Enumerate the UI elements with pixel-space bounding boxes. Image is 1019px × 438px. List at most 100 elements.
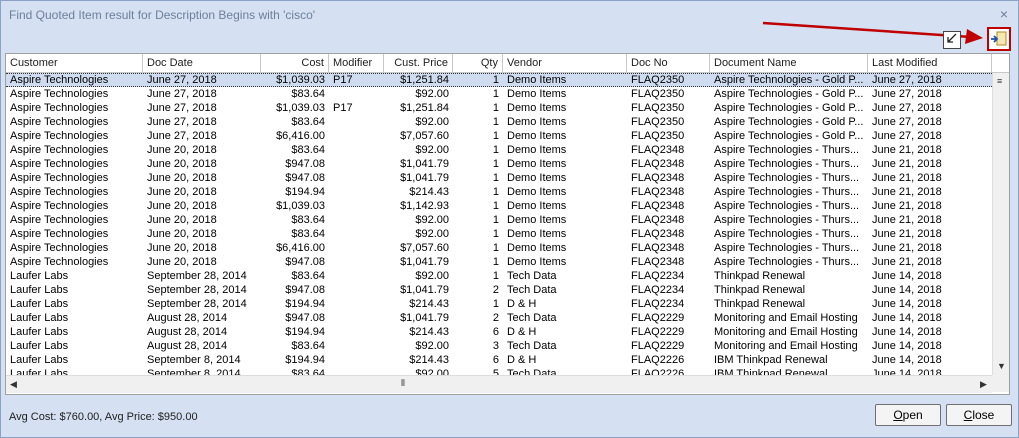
cell-last-modified: June 21, 2018 xyxy=(872,214,942,226)
cell-doc-date: June 20, 2018 xyxy=(147,228,217,240)
cell-doc-date: June 27, 2018 xyxy=(147,116,217,128)
open-button[interactable]: Open xyxy=(875,404,941,426)
table-row[interactable]: Laufer Labs August 28, 2014 $83.64 $92.00 3 T… xyxy=(6,339,992,353)
cell-qty: 1 xyxy=(492,298,499,310)
cell-customer: Laufer Labs xyxy=(10,270,69,282)
cell-document-name: Monitoring and Email Hosting xyxy=(714,326,858,338)
cell-modifier: P17 xyxy=(333,74,353,86)
cell-vendor: Demo Items xyxy=(507,200,567,212)
title-bar: Find Quoted Item result for Description … xyxy=(1,1,1018,29)
column-header-cost[interactable]: Cost xyxy=(261,54,329,72)
table-row[interactable]: Laufer Labs September 8, 2014 $194.94 $214.… xyxy=(6,353,992,367)
cell-cust-price: $1,041.79 xyxy=(400,158,449,170)
cell-document-name: Thinkpad Renewal xyxy=(714,270,806,282)
table-row[interactable]: Aspire Technologies June 27, 2018 $83.64 $9… xyxy=(6,87,992,101)
cell-doc-no: FLAQ2350 xyxy=(631,116,685,128)
export-icon[interactable] xyxy=(987,27,1011,51)
cell-doc-no: FLAQ2234 xyxy=(631,270,685,282)
scroll-right-icon[interactable]: ▶ xyxy=(980,379,987,390)
table-row[interactable]: Aspire Technologies June 27, 2018 $83.64 $9… xyxy=(6,115,992,129)
table-row[interactable]: Aspire Technologies June 20, 2018 $83.64 $9… xyxy=(6,143,992,157)
column-header-vendor[interactable]: Vendor xyxy=(503,54,627,72)
cell-doc-date: June 27, 2018 xyxy=(147,88,217,100)
cell-doc-no: FLAQ2348 xyxy=(631,256,685,268)
table-row[interactable]: Laufer Labs August 28, 2014 $947.08 $1,041.… xyxy=(6,311,992,325)
cell-cost: $83.64 xyxy=(291,214,325,226)
cell-customer: Aspire Technologies xyxy=(10,88,109,100)
cell-last-modified: June 27, 2018 xyxy=(872,130,942,142)
cell-vendor: Demo Items xyxy=(507,158,567,170)
cell-cost: $83.64 xyxy=(291,88,325,100)
column-header-customer[interactable]: Customer xyxy=(6,54,143,72)
horizontal-scrollbar[interactable]: ◀ ⦀ ▶ xyxy=(6,375,992,393)
cell-last-modified: June 27, 2018 xyxy=(872,116,942,128)
cell-cost: $194.94 xyxy=(285,186,325,198)
table-row[interactable]: Laufer Labs August 28, 2014 $194.94 $214.43… xyxy=(6,325,992,339)
column-header-modifier[interactable]: Modifier xyxy=(329,54,384,72)
cell-vendor: Demo Items xyxy=(507,242,567,254)
cell-document-name: Aspire Technologies - Gold P... xyxy=(714,88,864,100)
cell-qty: 1 xyxy=(492,130,499,142)
cell-document-name: Aspire Technologies - Gold P... xyxy=(714,130,864,142)
cell-cust-price: $1,142.93 xyxy=(400,200,449,212)
hscroll-thumb-grip-icon[interactable]: ⦀ xyxy=(401,378,405,389)
cell-last-modified: June 21, 2018 xyxy=(872,200,942,212)
cell-document-name: Aspire Technologies - Thurs... xyxy=(714,172,860,184)
table-row[interactable]: Aspire Technologies June 27, 2018 $1,039.0… xyxy=(6,101,992,115)
cell-cust-price: $1,251.84 xyxy=(400,102,449,114)
cell-doc-no: FLAQ2348 xyxy=(631,144,685,156)
close-button[interactable]: Close xyxy=(946,404,1012,426)
column-header-doc-date[interactable]: Doc Date xyxy=(143,54,261,72)
cell-qty: 1 xyxy=(492,102,499,114)
cell-qty: 1 xyxy=(492,200,499,212)
cell-vendor: Demo Items xyxy=(507,172,567,184)
column-header-doc-no[interactable]: Doc No xyxy=(627,54,710,72)
cell-qty: 1 xyxy=(492,144,499,156)
table-row[interactable]: Laufer Labs September 28, 2014 $947.08 $1,0… xyxy=(6,283,992,297)
cell-document-name: Aspire Technologies - Gold P... xyxy=(714,102,864,114)
column-header-document-name[interactable]: Document Name xyxy=(710,54,868,72)
column-header-last-modified[interactable]: Last Modified xyxy=(868,54,992,72)
cell-last-modified: June 27, 2018 xyxy=(872,102,942,114)
cell-customer: Aspire Technologies xyxy=(10,74,109,86)
cell-vendor: Tech Data xyxy=(507,340,557,352)
table-row[interactable]: Aspire Technologies June 20, 2018 $1,039.0… xyxy=(6,199,992,213)
table-row[interactable]: Aspire Technologies June 20, 2018 $947.08 $… xyxy=(6,171,992,185)
scroll-down-icon[interactable]: ▼ xyxy=(997,361,1006,371)
cell-doc-no: FLAQ2234 xyxy=(631,284,685,296)
table-row[interactable]: Aspire Technologies June 27, 2018 $6,416.0… xyxy=(6,129,992,143)
cell-cost: $1,039.03 xyxy=(276,200,325,212)
table-row[interactable]: Aspire Technologies June 20, 2018 $194.94 $… xyxy=(6,185,992,199)
table-row[interactable]: Aspire Technologies June 20, 2018 $83.64 $9… xyxy=(6,213,992,227)
cell-document-name: Aspire Technologies - Thurs... xyxy=(714,186,860,198)
table-row[interactable]: Aspire Technologies June 20, 2018 $947.08 $… xyxy=(6,157,992,171)
table-row[interactable]: Aspire Technologies June 27, 2018 $1,039.0… xyxy=(6,73,992,87)
column-header-qty[interactable]: Qty xyxy=(453,54,503,72)
cell-last-modified: June 14, 2018 xyxy=(872,298,942,310)
scroll-left-icon[interactable]: ◀ xyxy=(10,379,17,390)
table-row[interactable]: Aspire Technologies June 20, 2018 $83.64 $9… xyxy=(6,227,992,241)
cell-doc-date: June 20, 2018 xyxy=(147,186,217,198)
vertical-scrollbar[interactable]: ≡ ▼ xyxy=(992,73,1009,375)
cell-cust-price: $7,057.60 xyxy=(400,242,449,254)
cell-qty: 1 xyxy=(492,158,499,170)
table-row[interactable]: Laufer Labs September 28, 2014 $83.64 $92.0… xyxy=(6,269,992,283)
cell-qty: 3 xyxy=(492,340,499,352)
table-row[interactable]: Laufer Labs September 28, 2014 $194.94 $214… xyxy=(6,297,992,311)
table-row[interactable]: Aspire Technologies June 20, 2018 $6,416.0… xyxy=(6,241,992,255)
column-header-cust-price[interactable]: Cust. Price xyxy=(384,54,453,72)
cell-vendor: Tech Data xyxy=(507,284,557,296)
cell-last-modified: June 14, 2018 xyxy=(872,340,942,352)
cell-cust-price: $92.00 xyxy=(415,88,449,100)
cell-document-name: Aspire Technologies - Gold P... xyxy=(714,74,864,86)
cell-cust-price: $92.00 xyxy=(415,116,449,128)
collapse-icon[interactable] xyxy=(943,31,961,49)
cell-vendor: Demo Items xyxy=(507,228,567,240)
cell-customer: Aspire Technologies xyxy=(10,116,109,128)
cell-document-name: Aspire Technologies - Gold P... xyxy=(714,116,864,128)
cell-last-modified: June 27, 2018 xyxy=(872,88,942,100)
close-window-icon[interactable]: × xyxy=(1000,6,1008,22)
cell-doc-no: FLAQ2350 xyxy=(631,88,685,100)
table-row[interactable]: Aspire Technologies June 20, 2018 $947.08 $… xyxy=(6,255,992,269)
scroll-grip-icon[interactable]: ≡ xyxy=(997,76,1002,86)
